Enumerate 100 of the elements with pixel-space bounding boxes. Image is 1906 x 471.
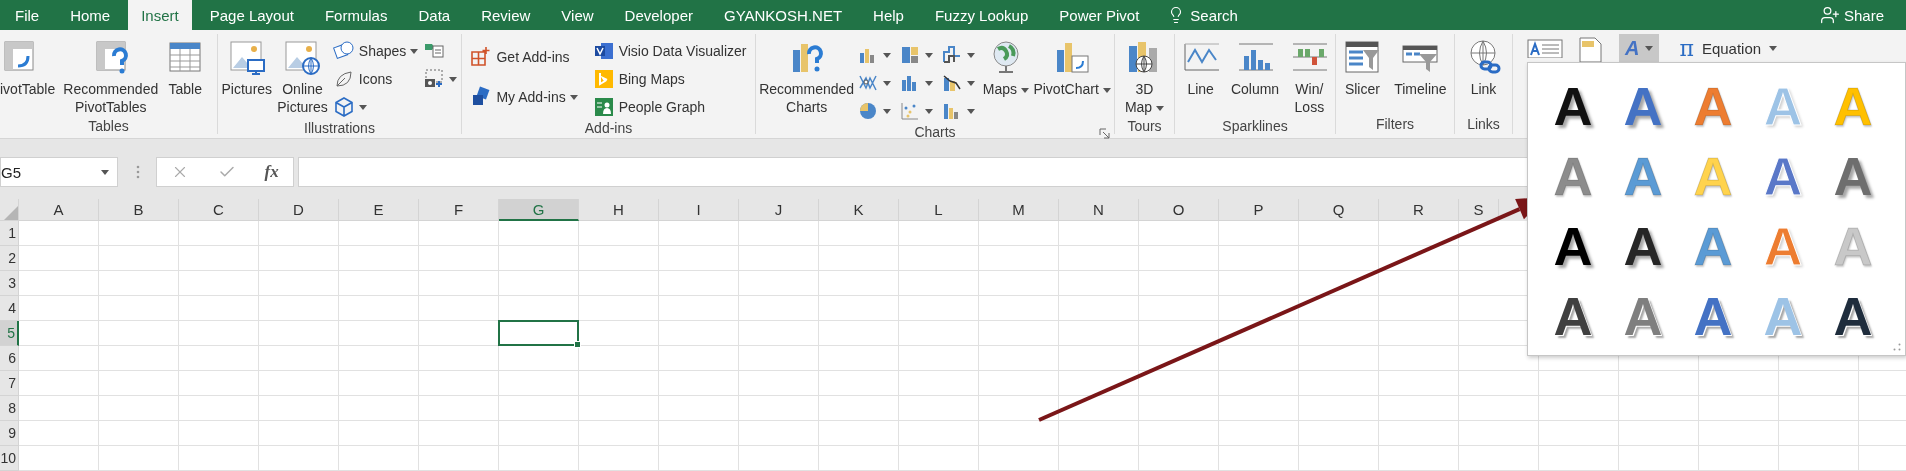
ribbon-tab[interactable]: Fuzzy Lookup: [921, 0, 1042, 30]
ribbon-small-button[interactable]: Shapes: [331, 38, 420, 64]
header-letter[interactable]: M: [979, 199, 1059, 221]
ribbon-button[interactable]: Online Pictures: [276, 36, 329, 118]
header-letter[interactable]: K: [819, 199, 899, 221]
ribbon-button[interactable]: Pictures: [220, 36, 274, 100]
ribbon-tab[interactable]: Review: [468, 0, 544, 30]
group-label: Links: [1467, 116, 1500, 132]
row-number[interactable]: 2: [0, 246, 19, 271]
wordart-style[interactable]: A: [1538, 283, 1608, 349]
caret-icon: [925, 52, 934, 58]
ribbon-tab[interactable]: File: [2, 0, 53, 30]
wordart-style[interactable]: A: [1608, 73, 1678, 139]
share-button[interactable]: Share: [1819, 0, 1884, 30]
ribbon-small-button[interactable]: My Add-ins: [469, 84, 579, 110]
bing-icon: [592, 68, 615, 90]
row-number[interactable]: 4: [0, 296, 19, 321]
ribbon-small-button[interactable]: People Graph: [591, 94, 748, 120]
wordart-style[interactable]: A: [1538, 73, 1608, 139]
ribbon-button[interactable]: Maps: [981, 36, 1031, 100]
wordart-style[interactable]: A: [1748, 143, 1818, 209]
ribbon-button[interactable]: ivotTable: [0, 36, 57, 100]
ribbon-tab[interactable]: GYANKOSH.NET: [710, 0, 856, 30]
resize-grip-icon[interactable]: [1893, 343, 1901, 351]
chart-type-icon: [941, 72, 964, 94]
ribbon-tab[interactable]: Page Layout: [196, 0, 307, 30]
row-number[interactable]: 5: [0, 321, 19, 346]
ribbon-button[interactable]: Column: [1229, 36, 1281, 100]
ribbon-button[interactable]: Slicer: [1342, 36, 1383, 100]
header-letter[interactable]: D: [259, 199, 339, 221]
caret-icon: [883, 108, 892, 114]
ribbon-tab[interactable]: Home: [57, 0, 124, 30]
wordart-style[interactable]: A: [1538, 213, 1608, 279]
header-letter[interactable]: O: [1139, 199, 1219, 221]
group-label: Add-ins: [584, 120, 633, 136]
caret-icon: [1156, 105, 1165, 111]
ribbon-tab[interactable]: Data: [405, 0, 464, 30]
header-letter[interactable]: J: [739, 199, 819, 221]
header-letter[interactable]: G: [499, 199, 579, 221]
header-letter[interactable]: P: [1219, 199, 1299, 221]
header-letter[interactable]: N: [1059, 199, 1139, 221]
wordart-style[interactable]: A: [1608, 213, 1678, 279]
header-letter[interactable]: B: [99, 199, 179, 221]
row-number[interactable]: 7: [0, 371, 19, 396]
wordart-style[interactable]: A: [1678, 283, 1748, 349]
ribbon-button[interactable]: Win/ Loss: [1289, 36, 1330, 118]
ribbon-tab[interactable]: Formulas: [311, 0, 401, 30]
ribbon-small-button[interactable]: Icons: [331, 66, 420, 92]
header-letter[interactable]: L: [899, 199, 979, 221]
header-letter[interactable]: H: [579, 199, 659, 221]
ribbon-button[interactable]: 3D Map: [1123, 36, 1166, 118]
ribbon-tab[interactable]: Insert: [128, 0, 192, 30]
add-in-grid-icon: [470, 46, 493, 68]
people-graph-icon: [592, 96, 615, 118]
equation-button[interactable]: π Equation: [1673, 34, 1784, 62]
screenshot-icon: [423, 68, 446, 90]
cube-icon: [332, 96, 355, 118]
caret-icon: [101, 169, 109, 175]
ribbon-small-button[interactable]: Bing Maps: [591, 66, 748, 92]
row-number[interactable]: 6: [0, 346, 19, 371]
caret-icon: [358, 104, 367, 110]
wordart-style[interactable]: A: [1818, 283, 1888, 349]
search-field[interactable]: Search: [1157, 0, 1248, 30]
header-letter[interactable]: A: [19, 199, 99, 221]
header-letter[interactable]: I: [659, 199, 739, 221]
header-letter[interactable]: E: [339, 199, 419, 221]
header-letter[interactable]: Q: [1299, 199, 1379, 221]
ribbon-button[interactable]: Recommended Charts: [758, 36, 856, 118]
header-letter[interactable]: F: [419, 199, 499, 221]
caret-icon: [1102, 87, 1111, 93]
header-letter[interactable]: C: [179, 199, 259, 221]
ribbon-small-button[interactable]: Visio Data Visualizer: [591, 38, 748, 64]
group-label: Tables: [88, 118, 129, 134]
ribbon-button[interactable]: Link: [1463, 36, 1504, 100]
ribbon-tab[interactable]: View: [548, 0, 607, 30]
name-box[interactable]: G5: [0, 157, 118, 187]
ribbon-button[interactable]: PivotChart: [1032, 36, 1112, 100]
caret-icon: [883, 52, 892, 58]
ribbon-tab[interactable]: Help: [860, 0, 917, 30]
caret-icon: [449, 76, 458, 82]
ribbon-tab[interactable]: Power Pivot: [1046, 0, 1153, 30]
row-number[interactable]: 9: [0, 421, 19, 446]
grip-dots-icon: [136, 165, 140, 179]
row-number[interactable]: 1: [0, 221, 19, 246]
ribbon-button[interactable]: Line: [1180, 36, 1221, 100]
ribbon-button[interactable]: Recommended PivotTables: [62, 36, 160, 118]
ribbon-button[interactable]: Timeline: [1393, 36, 1448, 100]
insert-function-button[interactable]: fx: [264, 162, 279, 182]
row-number[interactable]: 8: [0, 396, 19, 421]
ribbon-small-button[interactable]: Get Add-ins: [469, 44, 579, 70]
active-cell[interactable]: [498, 320, 579, 346]
dialog-launcher-icon[interactable]: [1099, 128, 1110, 139]
ribbon-button[interactable]: Table: [165, 36, 206, 100]
row-number[interactable]: 3: [0, 271, 19, 296]
header-letter[interactable]: S: [1459, 199, 1499, 221]
ribbon-tab[interactable]: Developer: [611, 0, 706, 30]
header-letter[interactable]: R: [1379, 199, 1459, 221]
row-number[interactable]: 10: [0, 446, 19, 471]
wordart-style[interactable]: A: [1818, 143, 1888, 209]
wordart-style[interactable]: A: [1608, 283, 1678, 349]
